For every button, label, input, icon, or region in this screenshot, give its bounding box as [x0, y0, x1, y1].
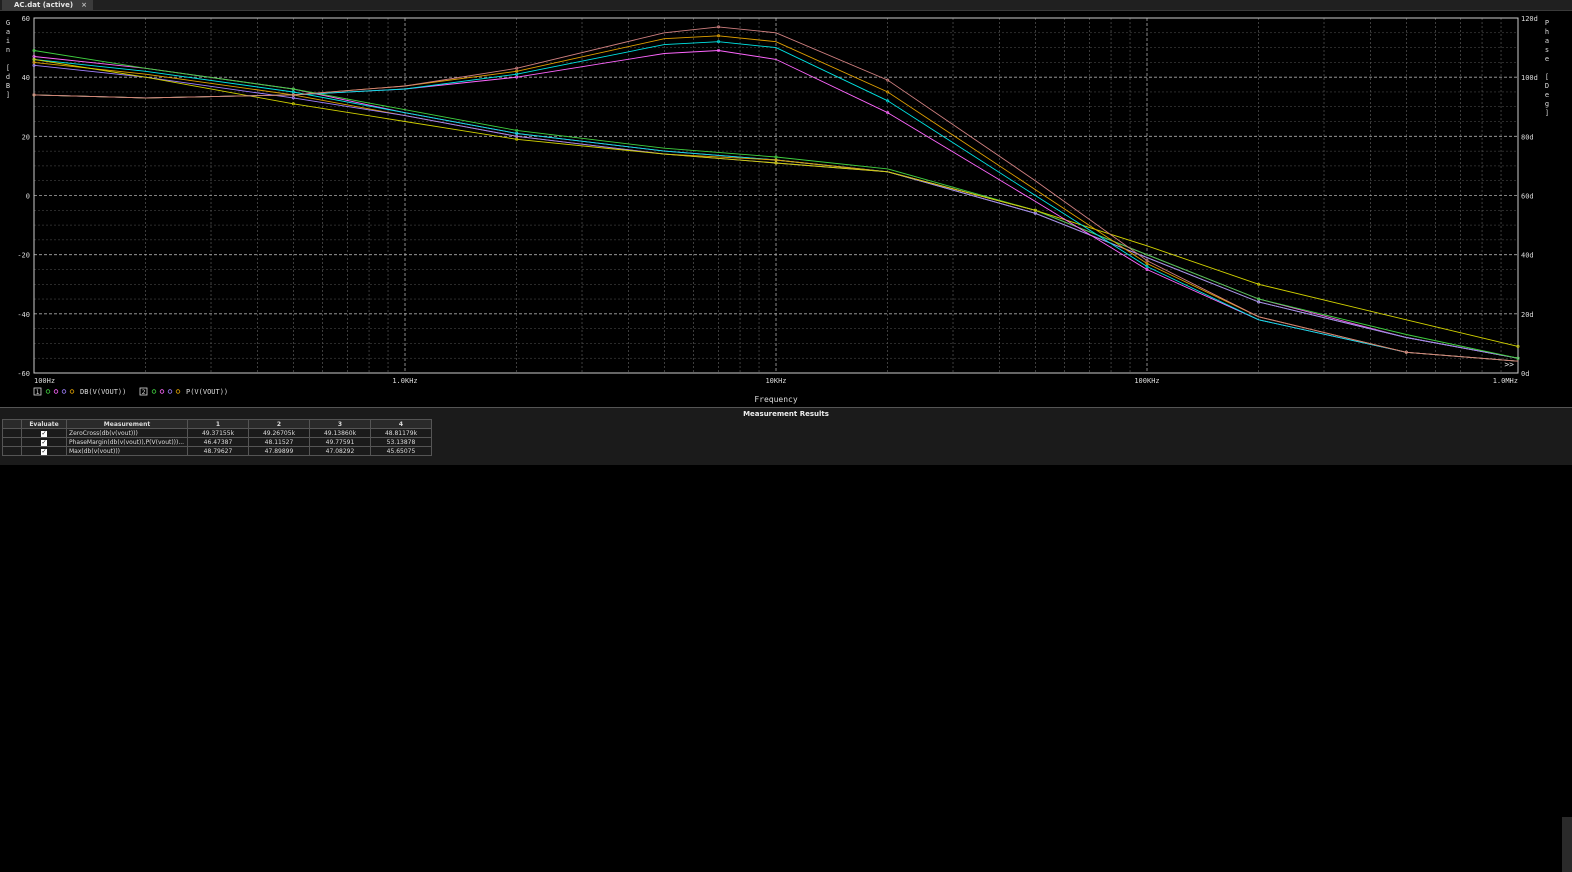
measurement-value: 49.37155k	[187, 428, 249, 438]
y-tick-label-right: 120d	[1521, 15, 1538, 23]
legend-box-number: 1	[36, 389, 40, 396]
tab-ac-dat[interactable]: AC.dat (active) ×	[2, 0, 93, 10]
y-tick-label-left: -60	[17, 370, 30, 378]
close-icon[interactable]: ×	[81, 1, 87, 9]
plot-labels: 100Hz 1.0KHz 10KHz 100KHz 1.0MHz 60 40 20 0 -20 -4…	[6, 15, 1549, 404]
x-tick-label: 100Hz	[34, 377, 55, 385]
measurement-name: ZeroCross(db(v(vout)))	[66, 428, 188, 438]
y-axis-title-right-char: g	[1545, 100, 1549, 108]
evaluate-checkbox[interactable]: ✓	[21, 437, 67, 447]
y-tick-label-right: 40d	[1521, 252, 1534, 260]
col-2: 2	[248, 419, 310, 429]
y-axis-title-left-char: n	[6, 46, 10, 54]
y-tick-label-right: 100d	[1521, 74, 1538, 82]
checkbox-checked-icon[interactable]: ✓	[41, 439, 47, 446]
y-axis-title-left-char: B	[6, 82, 10, 90]
y-axis-title-left-char: a	[6, 28, 10, 36]
y-axis-title-left-char: G	[6, 19, 10, 27]
measurement-results-title: Measurement Results	[743, 410, 829, 418]
measurement-value: 47.89899	[248, 446, 310, 456]
measurement-value: 48.79627	[187, 446, 249, 456]
gain-trace	[33, 56, 1519, 359]
x-tick-label: 1.0KHz	[392, 377, 417, 385]
table-row[interactable]: ✓ ZeroCross(db(v(vout))) 49.37155k 49.26…	[2, 428, 432, 438]
x-tick-label: 100KHz	[1134, 377, 1159, 385]
tab-title: AC.dat (active)	[14, 1, 74, 9]
measurement-results-panel: Measurement Results Evaluate Measurement…	[0, 407, 1572, 872]
y-axis-title-right-char: P	[1545, 19, 1549, 27]
y-tick-label-left: -20	[17, 252, 30, 260]
y-axis-title-right-char: e	[1545, 55, 1549, 63]
legend-marker	[159, 389, 165, 394]
measurement-value: 49.26705k	[248, 428, 310, 438]
row-header[interactable]	[2, 437, 22, 447]
x-axis-title: Frequency	[754, 395, 798, 404]
y-axis-title-right-char: h	[1545, 28, 1549, 36]
y-tick-label-left: 20	[22, 133, 30, 141]
y-tick-label-right: 0d	[1521, 370, 1529, 378]
table-corner	[2, 419, 22, 429]
measurement-value: 48.81179k	[370, 428, 432, 438]
measurement-value: 48.11527	[248, 437, 310, 447]
legend-label: DB(V(VOUT))	[80, 388, 126, 396]
measurement-value: 49.77591	[309, 437, 371, 447]
y-tick-label-right: 20d	[1521, 311, 1534, 319]
evaluate-checkbox[interactable]: ✓	[21, 446, 67, 456]
y-axis-title-left-char: [	[6, 64, 10, 72]
y-axis-title-left-char: d	[6, 73, 10, 81]
col-measurement: Measurement	[66, 419, 188, 429]
legend-marker	[167, 389, 173, 394]
measurement-table: Evaluate Measurement 1 2 3 4 ✓ ZeroCross…	[2, 419, 432, 456]
y-axis-title-right-char: ]	[1545, 109, 1549, 117]
y-tick-label-left: 0	[26, 193, 30, 201]
col-1: 1	[187, 419, 249, 429]
col-3: 3	[309, 419, 371, 429]
y-axis-title-right-char: [	[1545, 73, 1549, 81]
col-4: 4	[370, 419, 432, 429]
x-tick-label: 10KHz	[765, 377, 786, 385]
y-axis-title-right-char: D	[1545, 82, 1549, 90]
checkbox-checked-icon[interactable]: ✓	[41, 430, 47, 437]
table-row[interactable]: ✓ PhaseMargin(db(v(vout)),P(V(vout)))...…	[2, 437, 432, 447]
legend-marker	[53, 389, 59, 394]
plot-grid	[33, 17, 1519, 374]
legend-marker	[45, 389, 51, 394]
legend-marker	[61, 389, 67, 394]
vertical-scrollbar[interactable]	[1562, 817, 1572, 872]
y-axis-title-left-char: ]	[6, 91, 10, 99]
y-axis-title-right-char: a	[1545, 37, 1549, 45]
checkbox-checked-icon[interactable]: ✓	[41, 448, 47, 455]
evaluate-checkbox[interactable]: ✓	[21, 428, 67, 438]
y-axis-title-right-char: e	[1545, 91, 1549, 99]
measurement-name: PhaseMargin(db(v(vout)),P(V(vout)))...	[66, 437, 188, 447]
y-tick-label-left: 60	[22, 15, 30, 23]
y-tick-label-left: 40	[22, 74, 30, 82]
row-header[interactable]	[2, 446, 22, 456]
measurement-value: 46.47387	[187, 437, 249, 447]
legend-label: P(V(VOUT))	[186, 388, 228, 396]
measurement-value: 47.08292	[309, 446, 371, 456]
y-axis-title-left-char: i	[6, 37, 10, 45]
measurement-name: Max(db(v(vout)))	[66, 446, 188, 456]
tab-bar: AC.dat (active) ×	[0, 0, 1572, 11]
overflow-marker: >>	[1504, 360, 1514, 369]
col-evaluate: Evaluate	[21, 419, 67, 429]
legend-marker	[69, 389, 75, 394]
x-tick-label: 1.0MHz	[1493, 377, 1518, 385]
legend-box-number: 2	[142, 389, 146, 396]
ac-plot[interactable]: 100Hz 1.0KHz 10KHz 100KHz 1.0MHz 60 40 20 0 -20 -4…	[0, 11, 1572, 406]
y-tick-label-right: 80d	[1521, 133, 1534, 141]
y-tick-label-right: 60d	[1521, 193, 1534, 201]
measurement-value: 45.65075	[370, 446, 432, 456]
y-tick-label-left: -40	[17, 311, 30, 319]
measurement-value: 53.13878	[370, 437, 432, 447]
measurement-value: 49.13860k	[309, 428, 371, 438]
row-header[interactable]	[2, 428, 22, 438]
legend-marker	[175, 389, 181, 394]
y-axis-title-right-char: s	[1545, 46, 1549, 54]
legend-marker	[151, 389, 157, 394]
table-row[interactable]: ✓ Max(db(v(vout))) 48.79627 47.89899 47.…	[2, 446, 432, 456]
